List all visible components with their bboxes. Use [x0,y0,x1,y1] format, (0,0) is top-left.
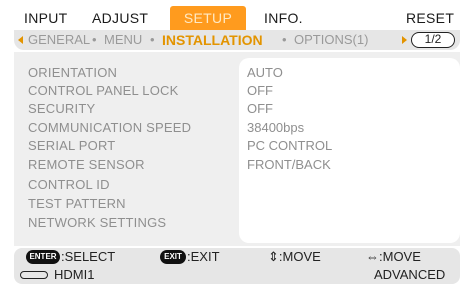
exit-key-icon: EXIT [160,250,186,264]
tab-setup[interactable]: SETUP [170,6,246,30]
exit-hint: :EXIT [187,249,220,264]
tab-info[interactable]: INFO. [264,6,303,30]
label-serial-port[interactable]: SERIAL PORT [28,137,115,155]
label-remote-sensor[interactable]: REMOTE SENSOR [28,156,145,174]
label-control-panel-lock[interactable]: CONTROL PANEL LOCK [28,82,179,100]
status-bar: HDMI1 ADVANCED [14,266,460,284]
select-hint: :SELECT [61,249,116,264]
label-test-pattern[interactable]: TEST PATTERN [28,195,126,213]
right-arrow-icon[interactable] [402,36,407,44]
tab-reset[interactable]: RESET [406,6,454,30]
menu-mode: ADVANCED [374,267,446,282]
key-guide-bar: ENTER :SELECT EXIT :EXIT ⇕:MOVE ⇔:MOVE [14,248,460,266]
input-source: HDMI1 [54,267,95,282]
label-communication-speed[interactable]: COMMUNICATION SPEED [28,119,191,137]
subtab-separator: • [282,32,287,47]
settings-panel: ORIENTATION AUTO CONTROL PANEL LOCK OFF … [14,52,460,246]
subtab-installation[interactable]: INSTALLATION [162,30,263,50]
subtab-separator: • [150,32,155,47]
sub-tab-bar: GENERAL • MENU • INSTALLATION • OPTIONS(… [14,30,460,50]
page-indicator: 1/2 [411,32,455,48]
value-orientation: AUTO [247,65,283,80]
move-horizontal-hint: ⇔:MOVE [366,249,421,264]
tab-input[interactable]: INPUT [24,6,68,30]
subtab-menu[interactable]: MENU [104,30,142,50]
enter-key-icon: ENTER [26,250,60,264]
value-serial-port: PC CONTROL [247,138,333,153]
hdmi-connector-icon [20,271,48,279]
label-control-id[interactable]: CONTROL ID [28,176,110,194]
label-security[interactable]: SECURITY [28,100,95,118]
projector-menu: INPUT ADJUST SETUP INFO. RESET GENERAL •… [0,0,467,286]
left-arrow-icon[interactable] [18,36,23,44]
top-tab-bar: INPUT ADJUST SETUP INFO. RESET [14,6,460,30]
label-network-settings[interactable]: NETWORK SETTINGS [28,214,166,232]
tab-adjust[interactable]: ADJUST [92,6,148,30]
value-control-panel-lock: OFF [247,83,273,98]
subtab-separator: • [92,32,97,47]
value-security: OFF [247,101,273,116]
move-vertical-hint: ⇕:MOVE [268,249,321,264]
value-communication-speed: 38400bps [247,120,305,135]
value-remote-sensor: FRONT/BACK [247,157,331,172]
label-orientation[interactable]: ORIENTATION [28,64,117,82]
subtab-general[interactable]: GENERAL [28,30,90,50]
subtab-options[interactable]: OPTIONS(1) [294,30,368,50]
